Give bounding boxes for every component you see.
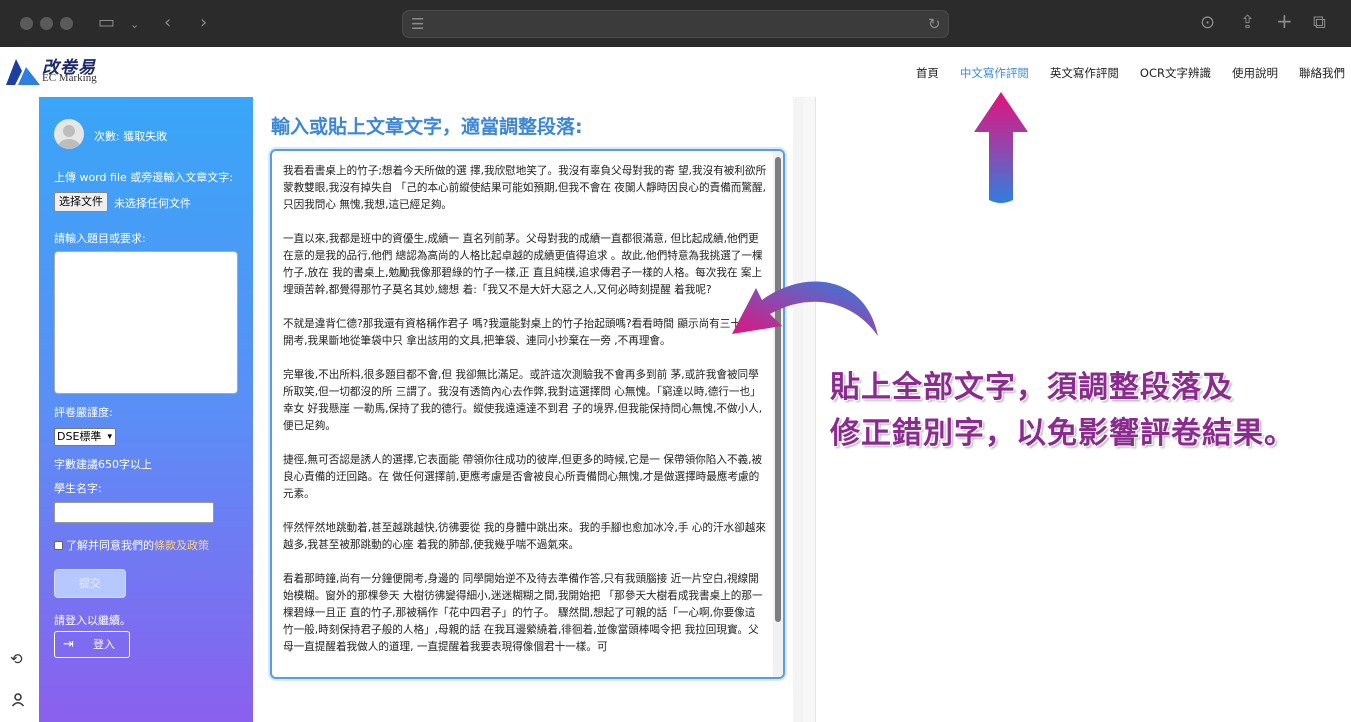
curved-arrow-icon: [732, 281, 878, 336]
annotation-line-2: 修正錯別字，以免影響評卷結果。: [830, 416, 1295, 451]
annotation-arrows: [732, 92, 1028, 336]
up-arrow-icon: [974, 92, 1028, 203]
annotation-line-1: 貼上全部文字，須調整段落及: [830, 370, 1233, 405]
